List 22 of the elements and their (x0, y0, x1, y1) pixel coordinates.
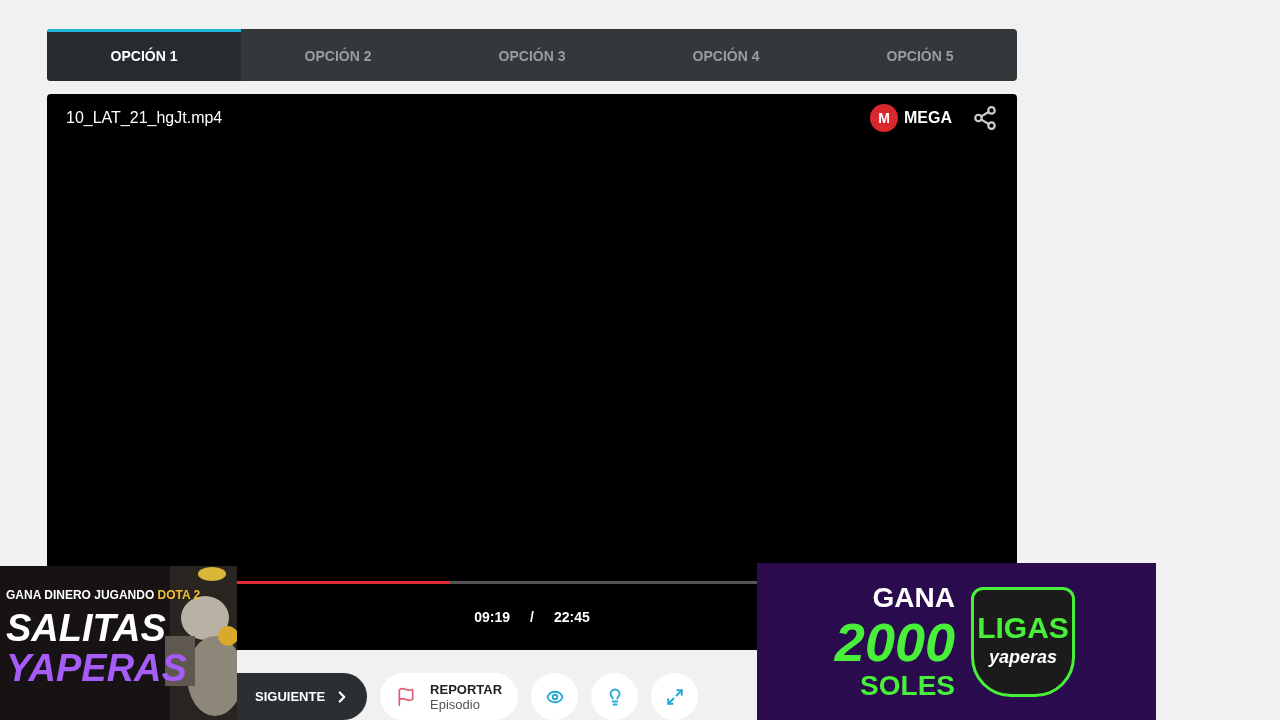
ad-headline: SALITAS (6, 608, 167, 648)
report-title: REPORTAR (430, 681, 503, 697)
next-button[interactable]: SIGUIENTE (237, 673, 368, 720)
option-tab[interactable]: OPCIÓN 5 (823, 29, 1017, 81)
ad-headline: YAPERAS (6, 648, 188, 688)
ad-headline: GANA (872, 581, 955, 614)
option-tab[interactable]: OPCIÓN 1 (47, 29, 241, 81)
video-filename: 10_LAT_21_hgJt.mp4 (66, 108, 223, 128)
current-time: 09:19 (474, 607, 511, 627)
option-tab[interactable]: OPCIÓN 3 (435, 29, 629, 81)
time-separator: / (530, 607, 534, 627)
ad-amount: 2000 (834, 613, 955, 670)
report-button[interactable]: REPORTAR Episodio (380, 673, 519, 720)
host-name: MEGA (904, 108, 952, 128)
host-logo-icon: M (870, 104, 898, 132)
option-tab[interactable]: OPCIÓN 2 (241, 29, 435, 81)
logo-subtitle: yaperas (988, 646, 1058, 669)
report-subtitle: Episodio (430, 696, 480, 712)
option-tab[interactable]: OPCIÓN 4 (629, 29, 823, 81)
logo-title: LIGAS (977, 612, 1069, 644)
duration: 22:45 (553, 607, 590, 627)
ad-headline: SOLES (860, 669, 955, 702)
